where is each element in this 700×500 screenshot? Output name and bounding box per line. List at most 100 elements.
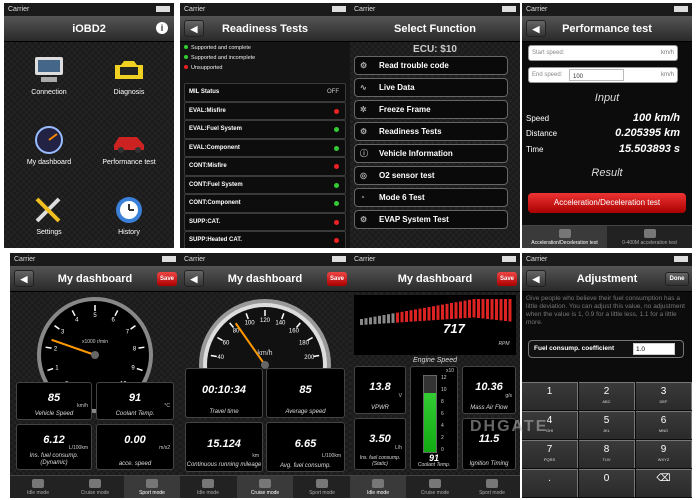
decimal-key[interactable]: . [522, 469, 578, 497]
key-letters: JKL [603, 428, 610, 433]
key-6[interactable]: 6 MNO [636, 411, 692, 439]
end-speed-field[interactable]: End speed: 100 km/h [528, 67, 678, 83]
rpm-bar-segment [472, 299, 476, 318]
tile-vpwr[interactable]: 13.8 V VPWR [354, 366, 406, 414]
tile-running-mileage[interactable]: 15.124 km Continuous running mileage [185, 422, 263, 472]
rpm-bar-segment [414, 309, 417, 322]
backspace-key[interactable]: ⌫ [636, 469, 692, 497]
function-item[interactable]: ⚙ Read trouble code [354, 56, 508, 75]
tab-idle-mode[interactable]: Idle mode [180, 476, 236, 498]
result-label: Time [526, 145, 544, 154]
coolant-fill [424, 392, 436, 452]
rpm-bar-segment [387, 314, 390, 324]
tile-value: 6.65 [294, 438, 317, 450]
save-button[interactable]: Save [327, 272, 347, 286]
tile-acceleration[interactable]: 0.00 m/s2 acce. speed [96, 424, 174, 470]
function-item[interactable]: ⓘ Vehicle Information [354, 144, 508, 163]
back-button[interactable]: ◀ [526, 20, 546, 37]
key-7[interactable]: 7 PQRS [522, 440, 578, 468]
end-speed-input[interactable]: 100 [569, 69, 624, 81]
status-bar: Carrier [350, 3, 520, 16]
back-button[interactable]: ◀ [184, 20, 204, 37]
home-item-connection[interactable]: Connection [9, 55, 89, 96]
function-item[interactable]: ◎ O2 sensor test [354, 166, 508, 185]
key-2[interactable]: 2 ABC [579, 382, 635, 410]
tab-cruise-mode[interactable]: Cruise mode [237, 476, 293, 498]
tile-value: 3.50 [369, 433, 391, 445]
key-number: 2 [603, 386, 610, 397]
home-item-diagnosis[interactable]: Diagnosis [89, 55, 169, 96]
tile-value: 85 [299, 384, 312, 396]
mil-status-row: MIL Status OFF [184, 83, 346, 102]
acceleration-test-button[interactable]: Acceleration/Deceleration test [528, 193, 686, 213]
back-button[interactable]: ◀ [184, 270, 204, 287]
home-item-history[interactable]: History [89, 195, 169, 236]
battery-icon [332, 6, 346, 12]
start-speed-field[interactable]: Start speed: km/h [528, 45, 678, 61]
function-item[interactable]: ✲ Freeze Frame [354, 100, 508, 119]
tile-avg-fuel[interactable]: 6.65 L/100km Avg. fuel consump. [266, 422, 345, 472]
coefficient-input[interactable]: 1.0 [633, 343, 675, 355]
tile-coolant-temp[interactable]: 91 °C Coolant Temp. [96, 382, 174, 420]
tab-400m[interactable]: 0-400M acceleration test [607, 226, 692, 248]
tab-sport-mode[interactable]: Sport mode [124, 476, 180, 498]
gauge-hub [91, 351, 99, 359]
tile-mass-air-flow[interactable]: 10.36 g/s Mass Air Flow [462, 366, 516, 414]
key-0[interactable]: 0 [579, 469, 635, 497]
fuel-pump-icon [259, 479, 271, 488]
key-1[interactable]: 1 [522, 382, 578, 410]
end-speed-unit: km/h [660, 72, 674, 78]
coolant-scale-top: x10 [445, 368, 454, 374]
readiness-row: CONT:Misfire [184, 157, 346, 176]
done-button[interactable]: Done [665, 272, 689, 286]
key-8[interactable]: 8 TUV [579, 440, 635, 468]
function-item[interactable]: ◔ Mode 6 Test [354, 188, 508, 207]
save-button[interactable]: Save [157, 272, 177, 286]
tile-average-speed[interactable]: 85 Average speed [266, 368, 345, 418]
function-item[interactable]: ⚙ Readiness Tests [354, 122, 508, 141]
info-icon[interactable]: i [156, 22, 168, 34]
key-3[interactable]: 3 DEF [636, 382, 692, 410]
tab-acceleration[interactable]: Acceleration/Deceleration test [522, 226, 607, 248]
carrier-label: Carrier [184, 6, 206, 13]
tab-cruise-mode[interactable]: Cruise mode [67, 476, 123, 498]
tab-idle-mode[interactable]: Idle mode [10, 476, 66, 498]
save-button[interactable]: Save [497, 272, 517, 286]
input-header: Input [594, 92, 620, 104]
car-icon [32, 479, 44, 488]
function-item[interactable]: ⚙ EVAP System Test [354, 210, 508, 229]
back-button[interactable]: ◀ [14, 270, 34, 287]
tile-travel-time[interactable]: 00:10:34 Travel time [185, 368, 263, 418]
green-dot-icon [184, 55, 188, 59]
tab-cruise-mode[interactable]: Cruise mode [407, 476, 463, 498]
tab-bar: Acceleration/Deceleration test 0-400M ac… [522, 225, 692, 248]
carrier-label: Carrier [14, 256, 36, 263]
coolant-thermometer[interactable]: x10 12 10 8 6 4 2 0 91 Coolant Temp. [410, 366, 458, 470]
key-9[interactable]: 9 WXYZ [636, 440, 692, 468]
rpm-bar-segment [441, 304, 444, 320]
legend-label: Supported and complete [191, 45, 251, 51]
coolant-scale-label: 6 [441, 411, 444, 417]
gauge-tick-label: 100 [245, 321, 256, 327]
rpm-bar-segment [486, 299, 489, 319]
tab-idle-mode[interactable]: Idle mode [350, 476, 406, 498]
tab-sport-mode[interactable]: Sport mode [294, 476, 350, 498]
readiness-row-label: SUPP:CAT. [189, 218, 221, 225]
home-item-performance[interactable]: Performance test [89, 125, 169, 166]
home-item-settings[interactable]: Settings [9, 195, 89, 236]
function-item[interactable]: ∿ Live Data [354, 78, 508, 97]
back-button[interactable]: ◀ [526, 270, 546, 287]
legend-label: Supported and incomplete [191, 55, 256, 61]
key-letters: ABC [602, 399, 611, 404]
tile-fuel-consumption[interactable]: 6.12 L/100km Ins. fuel consump. (Dynamic) [16, 424, 92, 470]
gauge-tick-label: 40 [217, 355, 224, 361]
key-5[interactable]: 5 JKL [579, 411, 635, 439]
tab-sport-mode[interactable]: Sport mode [464, 476, 520, 498]
home-item-dashboard[interactable]: My dashboard [9, 125, 89, 166]
tile-label: Ins. fuel consump. (Dynamic) [29, 453, 79, 466]
tile-vehicle-speed[interactable]: 85 km/h Vehicle Speed [16, 382, 92, 420]
tile-static-fuel[interactable]: 3.50 L/h Ins. fuel consump.(Static) [354, 418, 406, 470]
rpm-unit: RPM [498, 341, 510, 347]
gauge-tick-label: 160 [289, 329, 300, 335]
result-value: 15.503893 s [618, 143, 680, 155]
